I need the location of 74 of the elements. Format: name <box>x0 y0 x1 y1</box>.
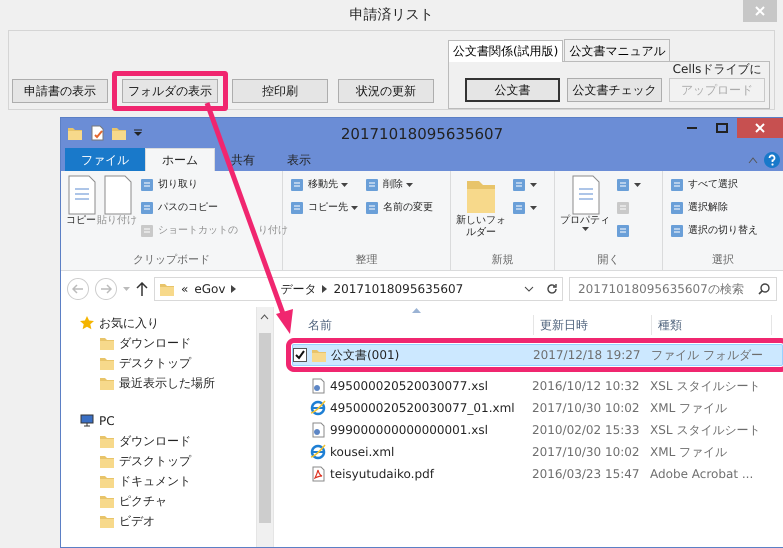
ribbon-button[interactable]: 切り取り <box>137 173 200 196</box>
toolbar-button[interactable]: 申請書の表示 <box>12 79 108 103</box>
file-date: 2010/02/02 15:33 <box>532 422 641 439</box>
toolbar-button[interactable]: 控印刷 <box>232 79 328 103</box>
breadcrumb-item[interactable]: eGov <box>194 280 226 298</box>
ribbon-button[interactable]: 新しいフォルダー <box>455 173 507 252</box>
ribbon-button[interactable]: 移動先 <box>287 173 350 196</box>
nav-item[interactable]: PC <box>99 412 115 430</box>
file-date: 2016/03/23 15:47 <box>532 466 641 483</box>
file-name: 公文書(001) <box>331 347 400 364</box>
file-row[interactable]: kousei.xml 2017/10/30 10:02 XML ファイル <box>292 441 783 463</box>
file-date: 2016/10/12 10:32 <box>532 378 641 395</box>
ribbon-tab[interactable]: 共有 <box>215 148 271 171</box>
file-type: XML ファイル <box>650 400 728 417</box>
nav-item[interactable]: デスクトップ <box>119 452 191 470</box>
file-name: kousei.xml <box>330 444 394 461</box>
ribbon-button[interactable]: パスのコピー <box>137 196 220 219</box>
toolbar-button[interactable]: 状況の更新 <box>338 79 434 103</box>
breadcrumb-item[interactable]: 20171018095635607 <box>333 280 464 298</box>
file-name: 495000020520030077_01.xml <box>330 400 515 417</box>
group-label: 開く <box>596 252 620 268</box>
toolbar-button[interactable]: フォルダの表示 <box>122 79 218 103</box>
nav-item[interactable]: ピクチャ <box>119 492 167 510</box>
file-type: ファイル フォルダー <box>651 347 763 364</box>
breadcrumb-item[interactable]: « <box>181 280 188 298</box>
ribbon-tab[interactable]: ホーム <box>145 148 215 171</box>
nav-item[interactable]: お気に入り <box>99 314 159 332</box>
ribbon-tab[interactable]: ファイル <box>65 148 145 171</box>
nav-item[interactable]: ドキュメント <box>119 472 191 490</box>
tab[interactable]: 公文書マニュアル <box>564 39 670 61</box>
nav-item[interactable]: ビデオ <box>119 512 155 530</box>
tab[interactable]: 公文書関係(試用版) <box>448 40 564 62</box>
group-label: 選択 <box>711 252 735 268</box>
group-label: 新規 <box>490 252 514 268</box>
column-header[interactable]: 更新日時 <box>534 315 652 335</box>
file-name: teisyutudaiko.pdf <box>330 466 434 483</box>
ribbon-button[interactable]: 選択の切り替え <box>667 219 760 242</box>
column-header[interactable]: 種類 <box>652 315 772 335</box>
file-name: 495000020520030077.xsl <box>330 378 488 395</box>
file-type: XML ファイル <box>650 444 728 461</box>
panel-button[interactable]: 公文書 <box>465 78 560 102</box>
ribbon-button[interactable]: 名前の変更 <box>362 196 435 219</box>
group-label: クリップボード <box>132 252 211 268</box>
nav-item[interactable]: ダウンロード <box>119 334 191 352</box>
ribbon-button[interactable]: プロパティ <box>559 173 611 252</box>
column-header[interactable]: 名前 <box>302 315 534 335</box>
ribbon-tab[interactable]: 表示 <box>271 148 327 171</box>
nav-item[interactable]: 最近表示した場所 <box>119 374 215 392</box>
breadcrumb-item[interactable]: データ <box>280 280 316 298</box>
nav-item[interactable]: デスクトップ <box>119 354 191 372</box>
nav-item[interactable]: ダウンロード <box>119 432 191 450</box>
panel-button[interactable]: 公文書チェック <box>567 78 662 102</box>
ribbon-button[interactable]: コピー先 <box>287 196 360 219</box>
file-date: 2017/10/30 10:02 <box>532 400 641 417</box>
file-date: 2017/10/30 10:02 <box>532 444 641 461</box>
file-row[interactable]: teisyutudaiko.pdf 2016/03/23 15:47 Adobe Acrobat ... <box>292 463 783 485</box>
file-type: XSL スタイルシート <box>650 422 760 439</box>
ribbon-button[interactable]: 削除 <box>362 173 415 196</box>
file-row[interactable]: 495000020520030077.xsl 2016/10/12 10:32 XSL スタイルシート <box>292 375 783 397</box>
file-type: XSL スタイルシート <box>650 378 760 395</box>
upload-caption: Cellsドライブに <box>672 61 762 78</box>
ribbon-button[interactable]: 選択解除 <box>667 196 730 219</box>
window-title: 20171018095635607 <box>340 124 504 145</box>
file-row[interactable]: 495000020520030077_01.xml 2017/10/30 10:02 XML ファイル <box>292 397 783 419</box>
search-field[interactable]: 20171018095635607の検索 <box>569 277 777 301</box>
file-date: 2017/12/18 19:27 <box>533 347 642 364</box>
ribbon-button[interactable]: すべて選択 <box>667 173 740 196</box>
file-type: Adobe Acrobat ... <box>650 466 754 483</box>
file-name: 999000000000000001.xsl <box>330 422 488 439</box>
address-field[interactable]: « eGov データ 20171018095635607 <box>154 277 563 301</box>
ribbon-button[interactable]: コピー <box>65 173 97 252</box>
file-row[interactable]: 999000000000000001.xsl 2010/02/02 15:33 XSL スタイルシート <box>292 419 783 441</box>
group-label: 整理 <box>354 252 378 268</box>
window-title: 申請済リスト <box>350 6 434 24</box>
